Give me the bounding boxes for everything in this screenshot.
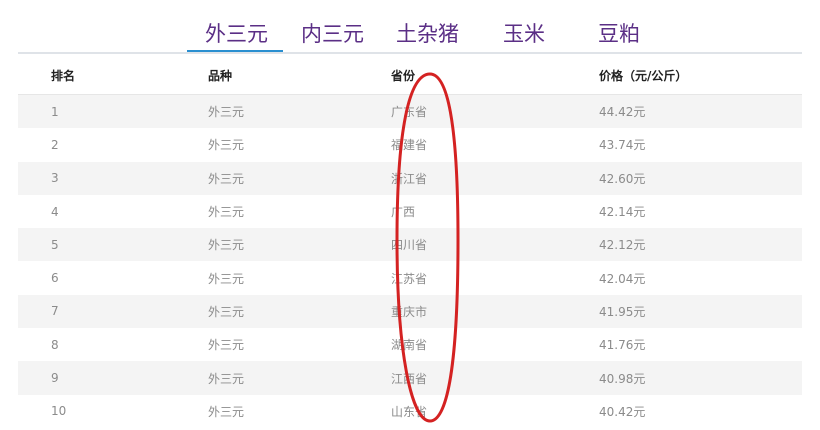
province-cell: 福建省 bbox=[391, 138, 428, 153]
variety-cell: 外三元 bbox=[208, 205, 245, 220]
variety-cell: 外三元 bbox=[208, 171, 245, 186]
header-rank: 排名 bbox=[51, 68, 76, 83]
province-cell: 浙江省 bbox=[391, 171, 428, 186]
tab-wai-san-yuan[interactable]: 外三元 bbox=[205, 21, 268, 47]
variety-cell: 外三元 bbox=[208, 271, 245, 286]
price-cell: 40.42元 bbox=[599, 404, 646, 419]
table-row: 2 外三元 福建省 43.74元 bbox=[18, 128, 802, 161]
table-header: 排名 品种 省份 价格（元/公斤） bbox=[18, 56, 802, 95]
header-price: 价格（元/公斤） bbox=[599, 68, 688, 83]
tabs-divider bbox=[18, 52, 802, 54]
price-cell: 42.14元 bbox=[599, 205, 646, 220]
table-row: 6 外三元 江苏省 42.04元 bbox=[18, 261, 802, 294]
variety-cell: 外三元 bbox=[208, 371, 245, 386]
variety-cell: 外三元 bbox=[208, 338, 245, 353]
price-cell: 42.12元 bbox=[599, 238, 646, 253]
variety-cell: 外三元 bbox=[208, 304, 245, 319]
table-row: 7 外三元 重庆市 41.95元 bbox=[18, 294, 802, 329]
tab-nei-san-yuan[interactable]: 内三元 bbox=[301, 21, 364, 47]
price-cell: 42.04元 bbox=[599, 271, 646, 286]
rank-cell: 10 bbox=[51, 404, 67, 419]
tab-tu-za-zhu[interactable]: 土杂猪 bbox=[396, 21, 459, 47]
table-row: 5 外三元 四川省 42.12元 bbox=[18, 228, 802, 262]
price-cell: 43.74元 bbox=[599, 138, 646, 153]
variety-cell: 外三元 bbox=[208, 238, 245, 253]
table-row: 10 外三元 山东省 40.42元 bbox=[18, 395, 802, 428]
price-cell: 40.98元 bbox=[599, 371, 646, 386]
rank-cell: 9 bbox=[51, 371, 59, 386]
province-cell: 江西省 bbox=[391, 371, 428, 386]
province-cell: 广东省 bbox=[391, 105, 428, 120]
rank-cell: 6 bbox=[51, 271, 59, 286]
province-cell: 重庆市 bbox=[391, 304, 428, 319]
province-cell: 湖南省 bbox=[391, 338, 428, 353]
variety-cell: 外三元 bbox=[208, 138, 245, 153]
rank-cell: 7 bbox=[51, 304, 59, 319]
rank-cell: 4 bbox=[51, 204, 59, 219]
province-cell: 江苏省 bbox=[391, 271, 428, 286]
price-cell: 42.60元 bbox=[599, 171, 646, 186]
table-row: 3 外三元 浙江省 42.60元 bbox=[18, 161, 802, 195]
price-ranking-table: 排名 品种 省份 价格（元/公斤） 1 外三元 广东省 44.42元 2 外三元… bbox=[18, 56, 802, 428]
province-cell: 四川省 bbox=[391, 238, 428, 253]
rank-cell: 8 bbox=[51, 337, 59, 352]
price-cell: 44.42元 bbox=[599, 105, 646, 120]
variety-cell: 外三元 bbox=[208, 105, 245, 120]
rank-cell: 1 bbox=[51, 104, 59, 119]
province-cell: 山东省 bbox=[391, 404, 428, 419]
rank-cell: 3 bbox=[51, 171, 59, 186]
rank-cell: 5 bbox=[51, 237, 59, 252]
rank-cell: 2 bbox=[51, 137, 59, 152]
tab-soybean-meal[interactable]: 豆粕 bbox=[598, 21, 640, 47]
table-row: 9 外三元 江西省 40.98元 bbox=[18, 361, 802, 395]
table-row: 1 外三元 广东省 44.42元 bbox=[18, 95, 802, 129]
table-row: 8 外三元 湖南省 41.76元 bbox=[18, 328, 802, 361]
header-variety: 品种 bbox=[208, 68, 233, 83]
price-cell: 41.95元 bbox=[599, 304, 646, 319]
price-category-tabs: 外三元 内三元 土杂猪 玉米 豆粕 bbox=[0, 0, 820, 54]
variety-cell: 外三元 bbox=[208, 404, 245, 419]
tab-corn[interactable]: 玉米 bbox=[503, 21, 545, 47]
price-cell: 41.76元 bbox=[599, 338, 646, 353]
table-row: 4 外三元 广西 42.14元 bbox=[18, 195, 802, 228]
header-province: 省份 bbox=[391, 68, 416, 83]
province-cell: 广西 bbox=[391, 205, 416, 220]
